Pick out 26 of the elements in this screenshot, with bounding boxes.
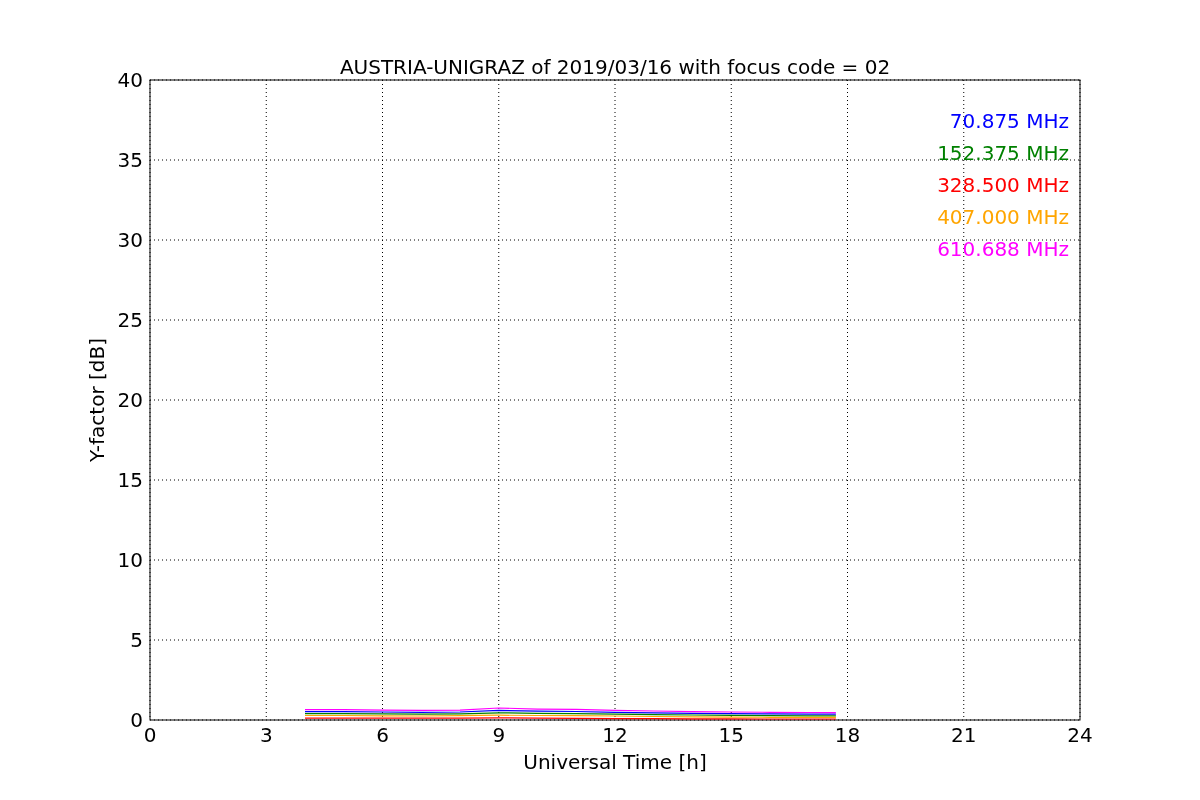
y-tick-label: 10 [117, 548, 143, 572]
legend-label: 610.688 MHz [937, 237, 1069, 261]
y-tick-label: 35 [117, 148, 143, 172]
y-tick-label: 25 [117, 308, 143, 332]
x-tick-label: 18 [834, 723, 861, 747]
legend-label: 407.000 MHz [937, 205, 1069, 229]
y-tick-label: 0 [130, 708, 143, 732]
y-axis-label: Y-factor [dB] [85, 338, 109, 462]
y-tick-label: 5 [130, 628, 143, 652]
legend-label: 70.875 MHz [949, 109, 1069, 133]
legend-label: 152.375 MHz [937, 141, 1069, 165]
x-tick-label: 6 [376, 723, 389, 747]
chart-title: AUSTRIA-UNIGRAZ of 2019/03/16 with focus code = 02 [339, 55, 891, 79]
x-tick-label: 3 [259, 723, 273, 747]
y-tick-label: 40 [117, 68, 143, 92]
x-tick-label: 21 [951, 723, 977, 747]
x-axis-label: Universal Time [h] [523, 750, 707, 774]
x-tick-label: 12 [602, 723, 628, 747]
legend-label: 328.500 MHz [937, 173, 1069, 197]
x-tick-label: 9 [492, 723, 506, 747]
y-tick-label: 15 [117, 468, 143, 492]
x-tick-label: 15 [718, 723, 744, 747]
y-tick-label: 30 [117, 228, 143, 252]
y-tick-label: 20 [117, 388, 143, 412]
x-tick-label: 0 [143, 723, 157, 747]
x-tick-label: 24 [1067, 723, 1093, 747]
